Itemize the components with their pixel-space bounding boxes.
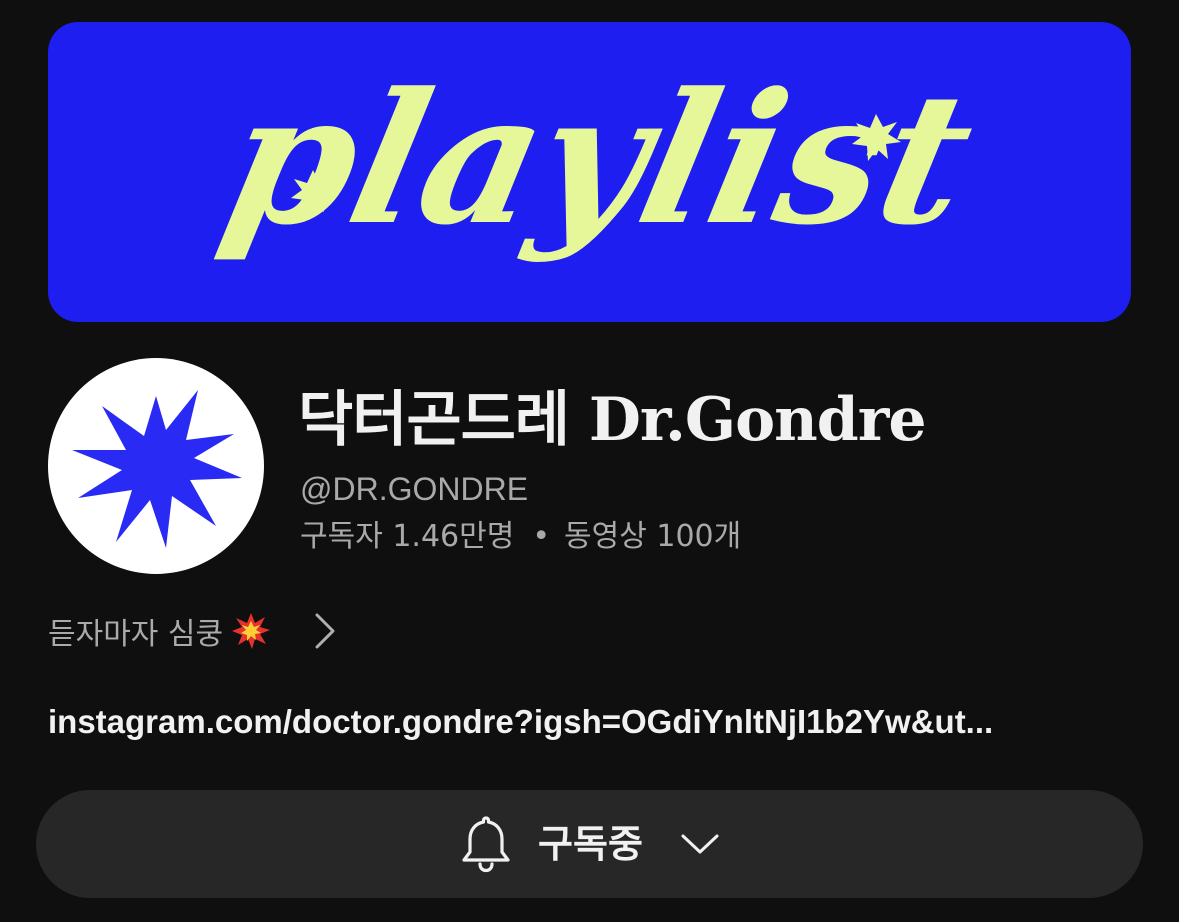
starburst-icon <box>72 390 242 548</box>
channel-name-latin: Dr.Gondre <box>588 385 927 455</box>
channel-link[interactable]: instagram.com/doctor.gondre?igsh=OGdiYnl… <box>48 700 1108 744</box>
channel-page: playlist 닥터곤드레 Dr.Gondre @DR.GONDRE 구독자 … <box>0 0 1179 922</box>
bell-icon <box>462 816 510 873</box>
stats-separator: • <box>532 519 551 554</box>
channel-title: 닥터곤드레 Dr.Gondre <box>298 380 927 460</box>
channel-stats: 구독자 1.46만명 • 동영상 100개 <box>300 517 741 557</box>
channel-avatar[interactable] <box>48 358 264 574</box>
subscribe-button[interactable]: 구독중 <box>36 790 1143 898</box>
chevron-down-icon <box>681 834 719 854</box>
banner-title: playlist <box>208 53 990 265</box>
chevron-right-icon[interactable] <box>309 609 339 653</box>
collision-icon <box>231 611 271 651</box>
channel-banner: playlist <box>48 22 1131 322</box>
video-count: 동영상 100개 <box>564 519 742 554</box>
banner-artwork: playlist <box>208 53 990 265</box>
channel-name-korean: 닥터곤드레 <box>298 385 570 455</box>
description-text: 듣자마자 심쿵 <box>48 617 224 652</box>
channel-description[interactable]: 듣자마자 심쿵 <box>48 609 339 653</box>
subscriber-count: 구독자 1.46만명 <box>300 519 515 554</box>
channel-handle: @DR.GONDRE <box>300 471 529 507</box>
subscribe-label: 구독중 <box>538 822 643 866</box>
